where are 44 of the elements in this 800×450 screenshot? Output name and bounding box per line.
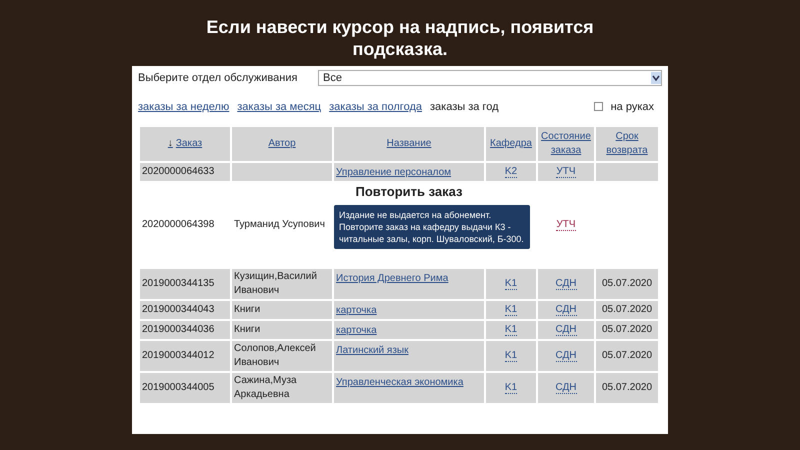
due-date-cell: 05.07.2020 [596,321,658,339]
order-cell: 2019000344036 [140,321,230,339]
on-hand-label: на руках [610,100,654,114]
dropdown-caret-icon [651,72,661,84]
author-cell: Кузищин,Василий Иванович [232,269,332,299]
department-link[interactable]: K1 [504,350,518,362]
department-link[interactable]: K1 [504,324,518,336]
slide-heading: Если навести курсор на надпись, появится подсказка. [205,16,595,60]
due-date-cell: 05.07.2020 [596,301,658,319]
status-link[interactable]: СДН [556,350,576,362]
status-link[interactable]: СДН [556,382,576,394]
column-header[interactable]: Название [334,127,484,161]
column-header[interactable]: Срок возврата [596,127,658,161]
department-link[interactable]: K2 [504,166,518,178]
on-hand-checkbox[interactable] [594,102,603,112]
department-link[interactable]: K1 [504,278,518,290]
column-header[interactable]: Кафедра [486,127,536,161]
author-cell: Сажина,Муза Аркадьевна [232,373,332,403]
order-cell: 2019000344005 [140,373,230,403]
due-date-cell: 05.07.2020 [596,269,658,299]
period-link[interactable]: заказы за неделю [138,98,230,115]
status-link[interactable]: СДН [556,278,576,290]
order-cell: 2019000344043 [140,301,230,319]
title-link[interactable]: Повторить заказ [336,185,482,199]
author-cell: Солопов,Алексей Иванович [232,341,332,371]
status-link[interactable]: УТЧ [556,219,576,231]
order-cell: 2019000344135 [140,269,230,299]
author-cell: Книги [232,321,332,339]
period-link[interactable]: заказы за год [430,98,498,115]
tooltip: Издание не выдается на абонемент. Повторите заказ на кафедру выдачи К3 - читальные залы, корп. Шуваловский, Б-300. [334,205,530,249]
column-header[interactable]: Автор [232,127,332,161]
column-header[interactable]: ↓ Заказ [140,127,230,161]
order-cell: 2020000064633 [140,163,230,181]
due-date-cell: 05.07.2020 [596,373,658,403]
period-link[interactable]: заказы за месяц [237,98,322,115]
department-link[interactable]: K1 [504,382,518,394]
author-cell: Книги [232,301,332,319]
department-label: Выберите отдел обслуживания [138,71,298,86]
column-header[interactable]: Состояние заказа [538,127,594,161]
order-cell: 2019000344012 [140,341,230,371]
department-select[interactable]: Все [318,70,662,86]
department-link[interactable]: K1 [504,304,518,316]
due-date-cell: 05.07.2020 [596,341,658,371]
period-link[interactable]: заказы за полгода [329,98,422,115]
